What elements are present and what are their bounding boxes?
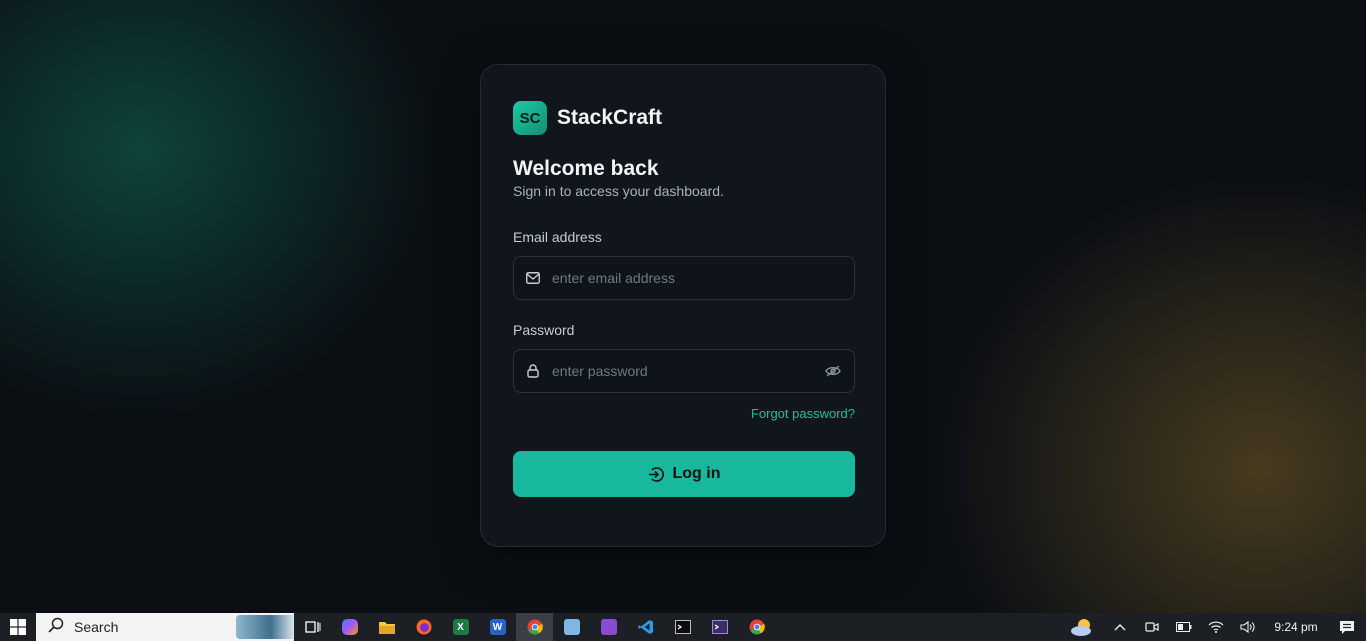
chrome-2-icon[interactable] xyxy=(738,613,775,641)
wifi-icon[interactable] xyxy=(1200,613,1232,641)
search-highlight-image xyxy=(236,615,294,639)
taskbar: Search X W 9:24 pm xyxy=(0,613,1366,641)
password-input[interactable] xyxy=(552,363,824,379)
login-button-label: Log in xyxy=(672,465,721,482)
login-card: SC StackCraft Welcome back Sign in to ac… xyxy=(480,64,886,547)
mail-icon xyxy=(526,271,540,285)
meet-now-icon[interactable] xyxy=(1136,613,1168,641)
page-title: Welcome back xyxy=(513,157,659,180)
eye-off-icon[interactable] xyxy=(824,362,842,380)
excel-icon[interactable]: X xyxy=(442,613,479,641)
login-button[interactable]: Log in xyxy=(513,451,855,497)
taskbar-search[interactable]: Search xyxy=(36,613,294,641)
password-label: Password xyxy=(513,322,575,338)
weather-icon[interactable] xyxy=(1060,613,1104,641)
word-icon[interactable]: W xyxy=(479,613,516,641)
system-tray: 9:24 pm xyxy=(1060,613,1366,641)
terminal-icon[interactable] xyxy=(664,613,701,641)
page-subtitle: Sign in to access your dashboard. xyxy=(513,183,724,199)
vscode-icon[interactable] xyxy=(627,613,664,641)
chrome-icon[interactable] xyxy=(516,613,553,641)
email-field-wrapper xyxy=(513,256,855,300)
lock-icon xyxy=(526,364,540,378)
terminal-2-icon[interactable] xyxy=(701,613,738,641)
brand: SC StackCraft xyxy=(513,101,853,135)
chevron-up-icon[interactable] xyxy=(1104,613,1136,641)
forgot-password-link[interactable]: Forgot password? xyxy=(751,406,855,421)
notepad-icon[interactable] xyxy=(553,613,590,641)
taskbar-clock[interactable]: 9:24 pm xyxy=(1264,620,1328,634)
password-field-wrapper xyxy=(513,349,855,393)
email-input[interactable] xyxy=(552,270,842,286)
forgot-row: Forgot password? xyxy=(513,405,855,423)
copilot-icon[interactable] xyxy=(331,613,368,641)
volume-icon[interactable] xyxy=(1232,613,1264,641)
file-explorer-icon[interactable] xyxy=(368,613,405,641)
visual-studio-icon[interactable] xyxy=(590,613,627,641)
notification-icon[interactable] xyxy=(1328,613,1366,641)
brand-name: StackCraft xyxy=(557,106,663,129)
battery-icon[interactable] xyxy=(1168,613,1200,641)
firefox-icon[interactable] xyxy=(405,613,442,641)
brand-logo: SC xyxy=(513,101,547,135)
search-label: Search xyxy=(74,619,119,635)
search-icon xyxy=(48,617,64,638)
email-label: Email address xyxy=(513,229,602,245)
task-view-icon[interactable] xyxy=(294,613,331,641)
windows-start-icon[interactable] xyxy=(0,613,36,641)
login-icon xyxy=(648,466,665,483)
